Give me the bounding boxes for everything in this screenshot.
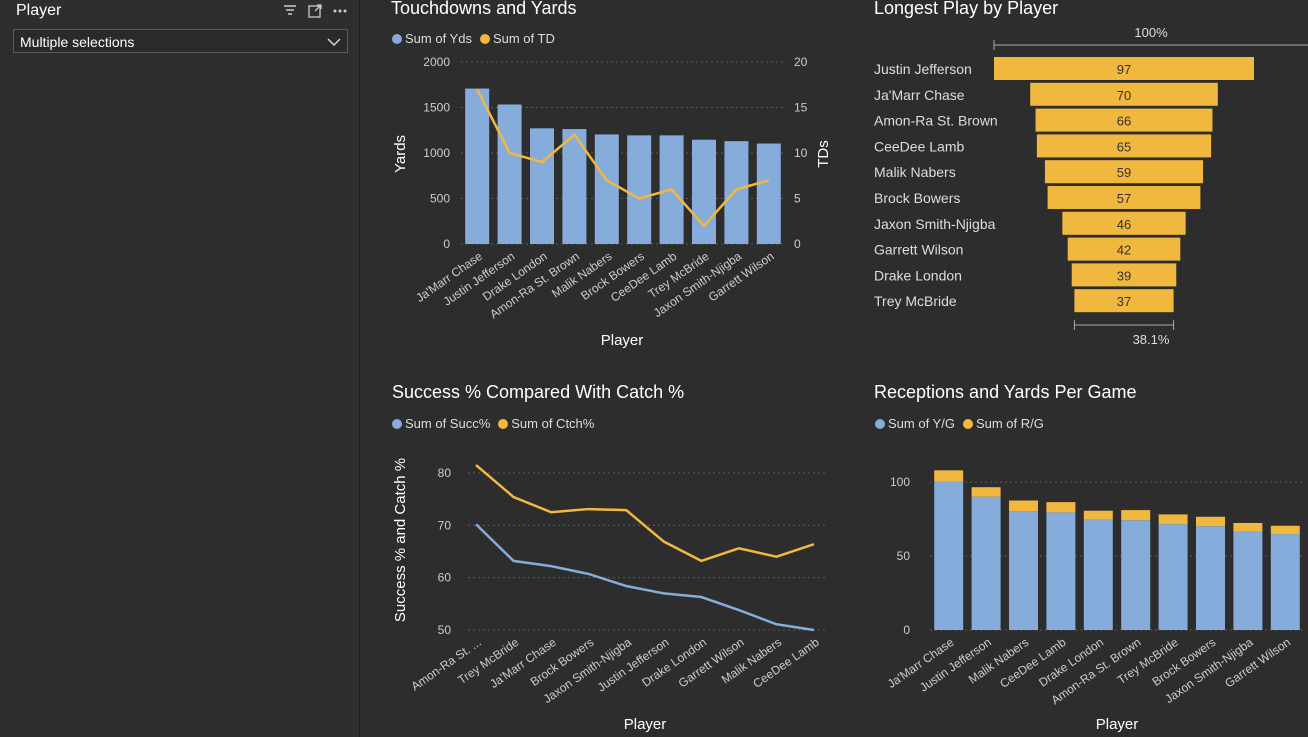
- y-tick-label: 80: [438, 466, 452, 480]
- line-catch-pct: [475, 464, 815, 563]
- y2-tick-label: 5: [794, 192, 801, 206]
- y2-tick-label: 10: [794, 146, 808, 160]
- y-tick-label: 60: [438, 571, 452, 585]
- funnel-category-label: Justin Jefferson: [874, 61, 972, 77]
- x-axis-label: Player: [601, 332, 644, 349]
- funnel-data-label: 59: [1117, 165, 1131, 180]
- player-slicer: Player Multiple selections: [0, 0, 360, 737]
- funnel-category-label: Trey McBride: [874, 293, 957, 309]
- longest-play-visual: Longest Play by Player 100% 97 Justin Jeff…: [870, 0, 1308, 355]
- bar-yards: [724, 141, 749, 244]
- filter-icon[interactable]: [282, 3, 298, 19]
- funnel-bottom-percent: 38.1%: [1133, 332, 1170, 347]
- y-tick-label: 1000: [423, 146, 450, 160]
- y-tick-label: 50: [438, 623, 452, 637]
- bar-yards-per-game: [1158, 524, 1188, 630]
- bar-yards: [465, 88, 490, 245]
- y-axis-label: Success % and Catch %: [392, 458, 409, 622]
- focus-mode-icon[interactable]: [307, 3, 323, 19]
- bar-yards-per-game: [1009, 511, 1038, 630]
- bar-yards-per-game: [1121, 520, 1151, 630]
- bar-receptions-per-game: [1046, 502, 1076, 513]
- slicer-toolbar: [282, 3, 348, 19]
- funnel-data-label: 66: [1117, 114, 1131, 129]
- success-catch-visual: Success % Compared With Catch % Sum of S…: [388, 380, 838, 737]
- bar-yards-per-game: [971, 496, 1001, 630]
- funnel-data-label: 65: [1117, 139, 1131, 154]
- y-tick-label: 500: [430, 192, 450, 206]
- bar-receptions-per-game: [1196, 516, 1225, 527]
- y-tick-label: 1500: [423, 101, 450, 115]
- td-yards-plot: 050010001500200005101520Ja'Marr ChaseJus…: [392, 55, 832, 349]
- player-dropdown[interactable]: Multiple selections: [13, 29, 348, 53]
- bar-receptions-per-game: [1270, 525, 1300, 535]
- y-tick-label: 50: [897, 549, 911, 563]
- chevron-down-icon: [327, 38, 341, 46]
- bar-yards: [530, 128, 554, 244]
- touchdowns-yards-visual: Touchdowns and Yards Sum of Yds Sum of T…: [388, 0, 832, 355]
- y-tick-label: 0: [903, 623, 910, 637]
- funnel-data-label: 37: [1117, 294, 1131, 309]
- y2-tick-label: 20: [794, 55, 808, 69]
- bar-yards: [756, 143, 781, 244]
- x-axis-label: Player: [1096, 716, 1139, 733]
- y-tick-label: 70: [438, 518, 452, 532]
- receptions-yards-visual: Receptions and Yards Per Game Sum of Y/G…: [870, 380, 1308, 737]
- bar-yards-per-game: [1196, 526, 1225, 630]
- line-success-pct: [475, 523, 815, 632]
- bar-yards-per-game: [1270, 534, 1300, 630]
- funnel-data-label: 97: [1117, 62, 1131, 77]
- bar-receptions-per-game: [1121, 510, 1151, 521]
- bar-yards: [627, 135, 652, 244]
- bar-receptions-per-game: [971, 487, 1001, 497]
- funnel-category-label: Amon-Ra St. Brown: [874, 113, 998, 129]
- funnel-category-label: CeeDee Lamb: [874, 138, 964, 154]
- funnel-category-label: Brock Bowers: [874, 190, 960, 206]
- bar-receptions-per-game: [1009, 500, 1038, 512]
- slicer-title: Player: [16, 2, 62, 19]
- dropdown-value: Multiple selections: [20, 34, 135, 50]
- bar-yards-per-game: [1046, 512, 1076, 630]
- x-tick-label: Garrett Wilson: [1222, 635, 1293, 690]
- bar-receptions-per-game: [1158, 514, 1188, 525]
- funnel-data-label: 57: [1117, 191, 1131, 206]
- y-axis-label: Yards: [392, 135, 409, 173]
- funnel-data-label: 42: [1117, 243, 1131, 258]
- bar-yards: [594, 134, 619, 244]
- y2-tick-label: 0: [794, 237, 801, 251]
- bar-receptions-per-game: [934, 470, 964, 482]
- bar-yards: [692, 139, 716, 244]
- funnel-top-percent: 100%: [1134, 25, 1168, 40]
- funnel-category-label: Ja'Marr Chase: [874, 87, 965, 103]
- bar-yards-per-game: [1233, 531, 1263, 630]
- bar-yards-per-game: [1083, 519, 1113, 630]
- bar-receptions-per-game: [1083, 510, 1113, 520]
- longest-play-plot: 100% 97 Justin Jefferson 70 Ja'Marr Chase 66 A…: [874, 25, 1308, 347]
- y-tick-label: 100: [890, 475, 910, 489]
- bar-yards: [497, 104, 522, 244]
- funnel-data-label: 39: [1117, 268, 1131, 283]
- funnel-category-label: Jaxon Smith-Njigba: [874, 216, 996, 232]
- funnel-data-label: 70: [1117, 88, 1131, 103]
- success-catch-plot: 50607080Amon-Ra St. ...Trey McBrideJa'Ma…: [392, 458, 828, 733]
- y-tick-label: 2000: [423, 55, 450, 69]
- funnel-category-label: Malik Nabers: [874, 164, 956, 180]
- receptions-yards-plot: 050100Ja'Marr ChaseJustin JeffersonMalik…: [885, 470, 1304, 733]
- funnel-category-label: Drake London: [874, 267, 962, 283]
- y2-axis-label: TDs: [815, 140, 832, 168]
- more-options-icon[interactable]: [332, 3, 348, 19]
- bar-receptions-per-game: [1233, 522, 1263, 532]
- funnel-data-label: 46: [1117, 217, 1131, 232]
- y2-tick-label: 15: [794, 101, 808, 115]
- y-tick-label: 0: [443, 237, 450, 251]
- x-axis-label: Player: [624, 716, 667, 733]
- bar-yards-per-game: [934, 481, 964, 630]
- x-tick-label: CeeDee Lamb: [750, 635, 822, 691]
- funnel-category-label: Garrett Wilson: [874, 242, 963, 258]
